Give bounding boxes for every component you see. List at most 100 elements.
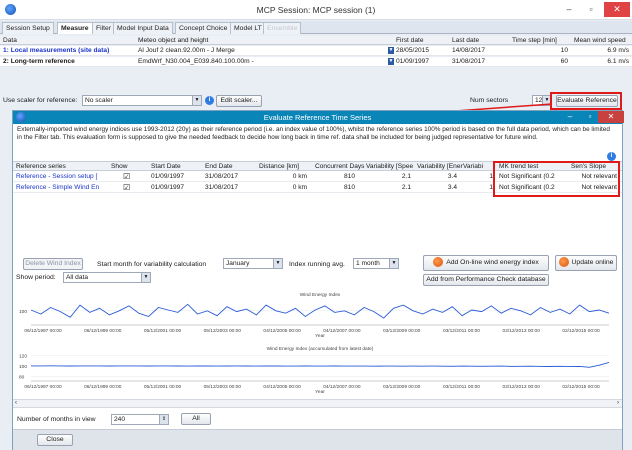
- x-tick-label: 06/12/1997 00:00: [24, 328, 62, 334]
- tab-session-setup[interactable]: Session Setup: [2, 22, 54, 34]
- maximize-button[interactable]: ▫: [580, 2, 602, 17]
- running-avg-select[interactable]: 1 month ▼: [353, 258, 399, 269]
- end-date-cell: 31/08/2017: [205, 173, 239, 180]
- col-variability-speed: Variability [Spee: [366, 163, 414, 170]
- data-name-cell[interactable]: 2: Long-term reference: [3, 57, 135, 67]
- edit-scaler-button[interactable]: Edit scaler...: [216, 95, 262, 107]
- tab-model-lt[interactable]: Model LT: [230, 22, 266, 34]
- x-tick-label: 04/12/2005 00:00: [263, 328, 301, 334]
- meteo-cell[interactable]: EmdWrf_N30.004_E039.840.100.00m -: [138, 57, 338, 67]
- table-row[interactable]: 2: Long-term reference EmdWrf_N30.004_E0…: [0, 57, 632, 67]
- add-online-label: Add On-line wind energy index: [446, 259, 539, 266]
- tab-filter[interactable]: Filter: [92, 22, 116, 34]
- col-mean-wind: Mean wind speed: [574, 37, 626, 44]
- reference-series-link[interactable]: Reference - Session setup [: [16, 172, 108, 182]
- show-checkbox[interactable]: ☑: [123, 172, 133, 182]
- scroll-left-icon[interactable]: ‹: [15, 400, 17, 406]
- x-tick-label: 05/12/2001 00:00: [144, 328, 182, 334]
- concurrent-days-cell: 810: [343, 173, 355, 180]
- scaler-label: Use scaler for reference:: [3, 97, 78, 104]
- close-button[interactable]: Close: [37, 434, 73, 446]
- tab-bar: Session Setup Measure Filter Model Input…: [0, 21, 632, 34]
- col-show: Show: [111, 163, 128, 170]
- col-time-step: Time step [min]: [512, 37, 557, 44]
- dropdown-arrow-icon: ▼: [388, 46, 394, 54]
- minimize-button[interactable]: –: [559, 111, 581, 123]
- evaluate-description: Externally-imported wind energy indices …: [17, 126, 610, 142]
- info-icon[interactable]: i: [607, 152, 616, 161]
- add-from-performance-check-button[interactable]: Add from Performance Check database: [423, 274, 549, 286]
- table-row[interactable]: 1: Local measurements (site data) Al Jou…: [0, 46, 632, 56]
- x-tick-label: 02/12/2013 00:00: [503, 328, 541, 334]
- start-date-cell: 01/09/1997: [151, 184, 185, 191]
- show-checkbox[interactable]: ☑: [123, 183, 133, 193]
- reference-series-link[interactable]: Reference - Simple Wind En: [16, 183, 108, 193]
- x-tick-label: 05/12/2003 00:00: [204, 384, 242, 390]
- start-month-value: January: [226, 260, 250, 267]
- running-avg-label: Index running avg.: [289, 261, 345, 268]
- x-tick-label: 06/12/1999 00:00: [84, 384, 122, 390]
- footer-bar: Close: [13, 429, 622, 450]
- col-data: Data: [3, 37, 17, 44]
- series-line: [31, 361, 610, 368]
- x-tick-label: 02/12/2015 00:00: [562, 328, 600, 334]
- tab-concept-choice[interactable]: Concept Choice: [175, 22, 232, 34]
- chevron-down-icon: ▼: [273, 259, 282, 268]
- horizontal-scrollbar[interactable]: ‹ ›: [13, 399, 622, 408]
- wind-energy-index-chart: Wind Energy Index 100 06/12/1997 00:00 06/1…: [17, 289, 615, 341]
- col-end-date: End Date: [205, 163, 233, 170]
- evaluate-titlebar: Evaluate Reference Time Series – ▫ ✕: [13, 111, 624, 124]
- dropdown-arrow-icon: ▼: [388, 57, 394, 65]
- highlight-box: [550, 92, 622, 110]
- first-date-value: 01/09/1997: [396, 58, 430, 65]
- spinner-icon[interactable]: ⇕: [159, 415, 168, 424]
- show-period-value: All data: [66, 274, 88, 281]
- online-index-icon: [433, 257, 444, 268]
- online-update-icon: [558, 257, 569, 268]
- x-tick-label: 03/12/2011 00:00: [443, 384, 480, 390]
- x-tick-label: 06/12/1999 00:00: [84, 328, 122, 334]
- x-tick-label: 04/12/2007 00:00: [323, 384, 361, 390]
- show-period-select[interactable]: All data ▼: [63, 272, 151, 283]
- start-date-cell: 01/09/1997: [151, 173, 185, 180]
- data-name-cell[interactable]: 1: Local measurements (site data): [3, 46, 135, 56]
- chevron-down-icon: ▼: [192, 96, 201, 105]
- x-tick-label: 04/12/2005 00:00: [263, 384, 301, 390]
- chart-title: Wind Energy Index (accumulated from late…: [267, 346, 374, 352]
- variability-energy-cell: 3.4: [447, 173, 457, 180]
- close-window-button[interactable]: ✕: [604, 2, 630, 17]
- info-icon[interactable]: i: [205, 96, 214, 105]
- col-last-date: Last date: [452, 37, 480, 44]
- scroll-right-icon[interactable]: ›: [617, 400, 619, 406]
- x-axis-label: Year: [315, 333, 325, 339]
- start-month-label: Start month for variability calculation: [97, 261, 207, 268]
- minimize-button[interactable]: –: [558, 2, 580, 17]
- first-date-cell[interactable]: ▼ 01/09/1997: [388, 57, 448, 67]
- chevron-down-icon: ▼: [389, 259, 398, 268]
- variability-energy-cell: 3.4: [447, 184, 457, 191]
- close-window-button[interactable]: ✕: [598, 111, 624, 123]
- update-online-button[interactable]: Update online: [555, 255, 617, 271]
- running-avg-value: 1 month: [356, 260, 380, 267]
- concurrent-days-cell: 810: [343, 184, 355, 191]
- scaler-select[interactable]: No scaler ▼: [82, 95, 202, 106]
- col-variability-energy: Variability [Ener: [417, 163, 463, 170]
- scaler-select-value: No scaler: [85, 97, 113, 104]
- first-date-cell[interactable]: ▼ 28/05/2015: [388, 46, 448, 56]
- y-tick-label: 80: [19, 374, 25, 380]
- meteo-cell[interactable]: Al Jouf 2 clean.92.00m - J Merge: [138, 46, 338, 56]
- variability-cell: 1: [489, 184, 493, 191]
- tab-measure[interactable]: Measure: [57, 22, 93, 34]
- months-in-view-input[interactable]: 240 ⇕: [111, 414, 169, 425]
- evaluate-window-title: Evaluate Reference Time Series: [263, 113, 372, 122]
- data-table-header: Data Meteo object and height First date …: [0, 36, 632, 45]
- start-month-select[interactable]: January ▼: [223, 258, 283, 269]
- last-date-cell: 14/08/2017: [452, 47, 486, 54]
- all-months-button[interactable]: All: [181, 413, 211, 425]
- window-title: MCP Session: MCP session (1): [256, 5, 376, 15]
- highlight-box: [493, 161, 620, 197]
- tab-model-input-data[interactable]: Model Input Data: [113, 22, 173, 34]
- col-concurrent-days: Concurrent Days: [315, 163, 365, 170]
- delete-wind-index-button[interactable]: Delete Wind Index: [23, 258, 83, 270]
- add-online-index-button[interactable]: Add On-line wind energy index: [423, 255, 549, 271]
